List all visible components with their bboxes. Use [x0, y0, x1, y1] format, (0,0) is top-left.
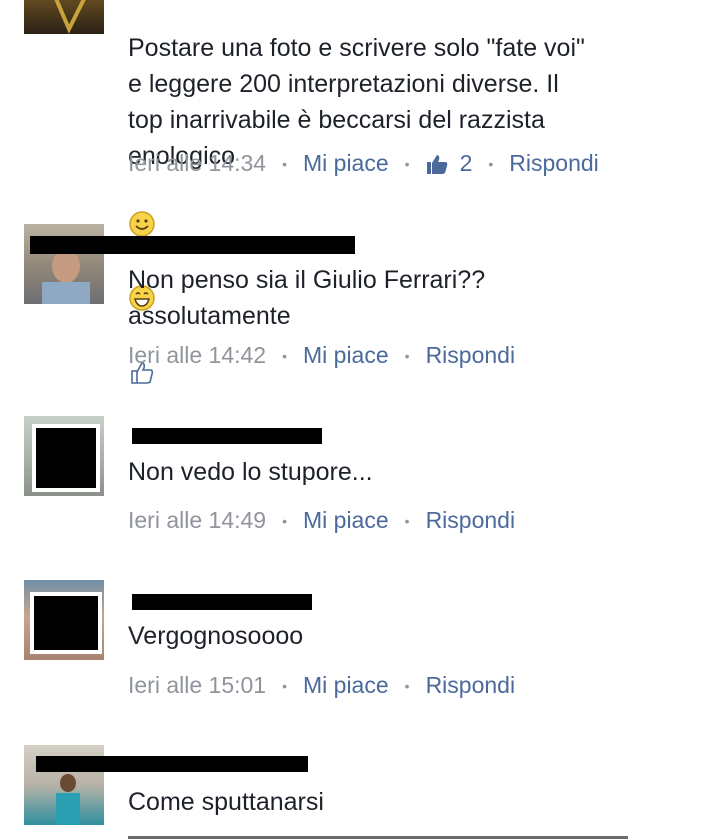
separator-dot: • [282, 155, 287, 172]
timestamp: Ieri alle 15:01 [128, 672, 267, 698]
timestamp: Ieri alle 14:42 [128, 342, 267, 368]
like-button[interactable]: Mi piace [303, 507, 389, 534]
reply-button[interactable]: Rispondi [426, 672, 516, 699]
separator-dot: • [282, 347, 287, 364]
like-button[interactable]: Mi piace [303, 672, 389, 699]
comment-body: Non penso sia il Giulio Ferrari?? assolu… [128, 266, 486, 330]
thumbs-up-filled-icon [426, 154, 447, 174]
cut-off-meta-line [128, 836, 628, 839]
author-name-redaction [132, 428, 322, 444]
comment-meta: Ieri alle 14:49 • Mi piace • Rispondi [128, 507, 515, 534]
author-name-redaction [132, 594, 312, 610]
avatar-image-icon [54, 0, 86, 34]
avatar[interactable] [24, 0, 104, 34]
avatar[interactable] [24, 580, 104, 660]
like-count[interactable]: 2 [426, 150, 473, 177]
avatar-redaction [32, 424, 100, 492]
comment-text: Postare una foto e scrivere solo "fate v… [128, 0, 688, 396]
comment-meta: Ieri alle 15:01 • Mi piace • Rispondi [128, 672, 515, 699]
timestamp: Ieri alle 14:49 [128, 507, 267, 533]
separator-dot: • [282, 512, 287, 529]
like-button[interactable]: Mi piace [303, 342, 389, 369]
separator-dot: • [404, 677, 410, 694]
avatar-redaction [30, 592, 102, 654]
separator-dot: • [282, 677, 287, 694]
separator-dot: • [404, 512, 410, 529]
like-button[interactable]: Mi piace [303, 150, 389, 177]
author-name-redaction [36, 756, 308, 772]
comment-meta: Ieri alle 14:42 • Mi piace • Rispondi [128, 342, 515, 369]
separator-dot: • [488, 155, 494, 172]
separator-dot: • [404, 155, 410, 172]
comment-meta: Ieri alle 14:34 • Mi piace • 2 • Rispond… [128, 150, 599, 177]
like-count-value: 2 [459, 150, 473, 176]
timestamp: Ieri alle 14:34 [128, 150, 267, 176]
avatar[interactable] [24, 416, 104, 496]
reply-button[interactable]: Rispondi [426, 507, 516, 534]
comment-body: Non vedo lo stupore... [128, 458, 373, 486]
comment-body: Vergognosoooo [128, 622, 304, 650]
comment-body: Come sputtanarsi [128, 788, 324, 816]
author-name-redaction [30, 236, 355, 254]
separator-dot: • [404, 347, 410, 364]
reply-button[interactable]: Rispondi [509, 150, 599, 177]
reply-button[interactable]: Rispondi [426, 342, 516, 369]
